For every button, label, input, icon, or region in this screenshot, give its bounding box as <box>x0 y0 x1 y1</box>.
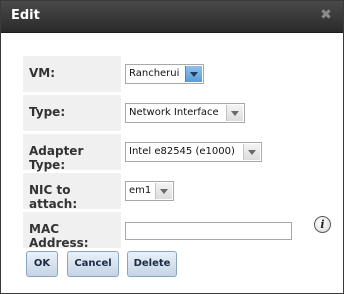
form-row-nic: NIC to attach: em1 <box>23 173 325 211</box>
label-cell: Type: <box>23 95 121 131</box>
delete-button[interactable]: Delete <box>127 251 177 277</box>
value-cell: Rancherui <box>122 56 325 92</box>
chevron-down-icon[interactable] <box>226 105 243 121</box>
adapter-type-select[interactable]: Intel e82545 (e1000) <box>125 142 262 162</box>
form-row-adapter-type: Adapter Type: Intel e82545 (e1000) <box>23 134 325 172</box>
chevron-down-icon[interactable] <box>185 66 202 82</box>
chevron-down-icon[interactable] <box>155 183 172 199</box>
value-cell <box>122 212 325 248</box>
info-icon[interactable]: i <box>314 216 331 233</box>
edit-dialog: Edit ✖ VM: Rancherui Type: Network Inter <box>0 0 344 294</box>
close-icon[interactable]: ✖ <box>319 8 333 22</box>
label-cell: MAC Address: <box>23 212 121 250</box>
type-label: Type: <box>29 105 66 119</box>
nic-select[interactable]: em1 <box>125 181 174 201</box>
ok-button[interactable]: OK <box>26 251 58 277</box>
vm-select[interactable]: Rancherui <box>125 64 204 84</box>
nic-label: NIC to attach: <box>29 183 78 211</box>
dialog-titlebar[interactable]: Edit ✖ <box>1 1 343 33</box>
form-row-vm: VM: Rancherui <box>23 56 325 92</box>
mac-address-input[interactable] <box>125 222 292 240</box>
form-row-type: Type: Network Interface <box>23 95 325 131</box>
mac-label: MAC Address: <box>29 222 89 250</box>
type-select-value: Network Interface <box>129 107 219 118</box>
adapter-type-label: Adapter Type: <box>29 144 84 172</box>
value-cell: Network Interface <box>122 95 325 131</box>
vm-select-value: Rancherui <box>129 68 180 79</box>
chevron-down-icon[interactable] <box>243 144 260 160</box>
adapter-type-select-value: Intel e82545 (e1000) <box>129 146 235 157</box>
label-cell: VM: <box>23 56 121 92</box>
label-cell: NIC to attach: <box>23 173 121 211</box>
label-cell: Adapter Type: <box>23 134 121 172</box>
form-row-mac: MAC Address: <box>23 212 325 250</box>
dialog-title: Edit <box>11 8 40 23</box>
vm-label: VM: <box>29 66 56 80</box>
nic-select-value: em1 <box>129 185 152 196</box>
type-select[interactable]: Network Interface <box>125 103 245 123</box>
value-cell: em1 <box>122 173 325 209</box>
value-cell: Intel e82545 (e1000) <box>122 134 325 170</box>
cancel-button[interactable]: Cancel <box>67 251 119 277</box>
